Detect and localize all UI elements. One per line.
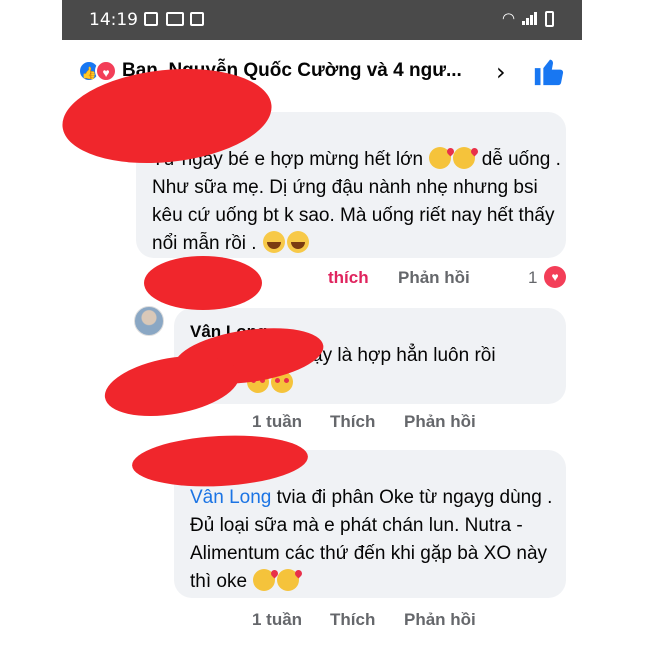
avatar[interactable] bbox=[134, 306, 164, 336]
kissing-heart-emoji bbox=[277, 569, 300, 591]
gallery-notification-icon bbox=[144, 12, 158, 26]
like-link[interactable]: Thích bbox=[330, 610, 375, 630]
comment-1-text: Từ ngày bé e hợp mừng hết lớn dễ uống . … bbox=[152, 147, 561, 254]
phone-screen: 14:19 ◠ 👍 ♥ Bạn, Nguyễn Quốc Cường và 4 … bbox=[62, 0, 582, 645]
comment-3-text: Vân Long tvia đi phân Oke từ ngayg dùng … bbox=[190, 487, 553, 592]
love-reaction-icon: ♥ bbox=[95, 60, 117, 82]
like-link[interactable]: Thích bbox=[330, 412, 375, 432]
comment-time[interactable]: 1 tuần bbox=[252, 610, 302, 630]
reply-link[interactable]: Phản hồi bbox=[404, 610, 476, 630]
chevron-right-icon[interactable]: › bbox=[496, 58, 506, 86]
laughing-tears-emoji bbox=[262, 231, 285, 253]
reply-link[interactable]: Phản hồi bbox=[404, 412, 476, 432]
reaction-count-number: 1 bbox=[528, 268, 538, 287]
app-notification-icon bbox=[190, 12, 204, 26]
wifi-icon: ◠ bbox=[502, 10, 516, 27]
comment-2-actions: 1 tuần Thích Phản hồi bbox=[174, 412, 566, 436]
comment-3-actions: 1 tuần Thích Phản hồi bbox=[174, 610, 566, 634]
comment-time[interactable]: 1 tuần bbox=[252, 412, 302, 432]
comment-1-reaction-count[interactable]: 1 ♥ bbox=[528, 266, 572, 290]
zalo-notification-icon bbox=[166, 12, 184, 26]
status-bar: 14:19 ◠ bbox=[62, 0, 582, 40]
kissing-heart-emoji bbox=[253, 569, 276, 591]
thumbs-up-icon[interactable] bbox=[532, 54, 566, 88]
mentioned-user-link[interactable]: Vân Long bbox=[190, 487, 271, 508]
comment-2-text: ậy là hợp hẳn luôn rồi bbox=[312, 345, 496, 366]
reply-link[interactable]: Phản hồi bbox=[398, 268, 470, 288]
signal-icon bbox=[522, 12, 537, 25]
kissing-heart-emoji bbox=[453, 147, 476, 169]
status-time: 14:19 bbox=[89, 10, 138, 30]
reaction-icons: 👍 ♥ bbox=[78, 60, 120, 82]
battery-icon bbox=[545, 11, 554, 27]
kissing-heart-emoji bbox=[429, 147, 452, 169]
laughing-tears-emoji bbox=[286, 231, 309, 253]
redaction-mark bbox=[144, 256, 262, 310]
like-link[interactable]: thích bbox=[328, 268, 369, 288]
heart-icon: ♥ bbox=[544, 266, 566, 288]
